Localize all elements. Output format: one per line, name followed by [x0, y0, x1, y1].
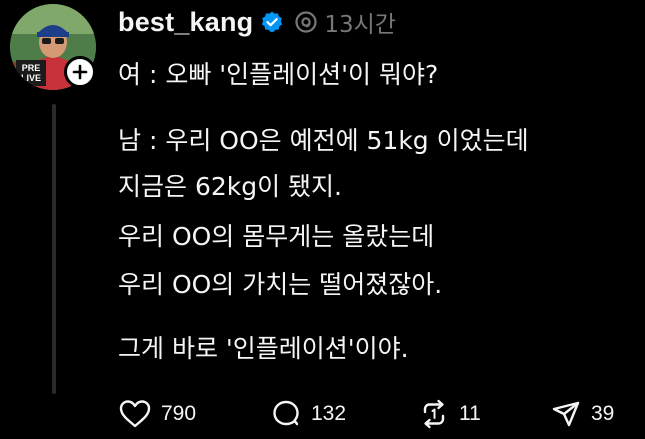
reply-button[interactable]: 132 — [270, 394, 346, 434]
threads-logo-icon — [294, 10, 318, 34]
repost-button[interactable]: 11 — [418, 394, 481, 434]
share-button[interactable]: 39 — [550, 394, 614, 434]
post-text-line-6: 그게 바로 '인플레이션'이야. — [118, 334, 409, 363]
action-bar: 790 132 11 39 — [118, 394, 638, 434]
username[interactable]: best_kang — [118, 7, 253, 38]
repost-icon — [418, 398, 450, 430]
repost-count: 11 — [459, 402, 481, 425]
post-timestamp: 13시간 — [324, 12, 396, 38]
reply-count: 132 — [311, 402, 347, 425]
post-text-line-3: 지금은 62kg이 됐지. — [118, 172, 342, 201]
like-button[interactable]: 790 — [118, 394, 196, 434]
post-text-line-2: 남 : 우리 OO은 예전에 51kg 이었는데 — [118, 126, 529, 155]
share-count: 39 — [591, 402, 615, 425]
post-header: best_kang 13시간 — [118, 2, 396, 42]
thread-post: PRE LIVE best_kang 13시간 여: 오빠 '인플레이션'이 … — [0, 0, 645, 439]
post-text-line-5: 우리 OO의 가치는 떨어졌잖아. — [118, 270, 443, 299]
svg-text:LIVE: LIVE — [21, 73, 41, 83]
post-text-line-1: 여 : 오빠 '인플레이션'이 뭐야? — [118, 60, 439, 89]
post-text-line-4: 우리 OO의 몸무게는 올랐는데 — [118, 222, 435, 251]
like-count: 790 — [161, 402, 197, 425]
heart-icon — [118, 398, 152, 430]
thread-line — [52, 104, 56, 394]
verified-badge-icon — [260, 10, 284, 34]
svg-text:PRE: PRE — [22, 63, 41, 73]
comment-bubble-icon — [270, 398, 302, 430]
send-icon — [550, 398, 582, 430]
plus-icon — [72, 64, 88, 80]
follow-button[interactable] — [64, 56, 96, 88]
